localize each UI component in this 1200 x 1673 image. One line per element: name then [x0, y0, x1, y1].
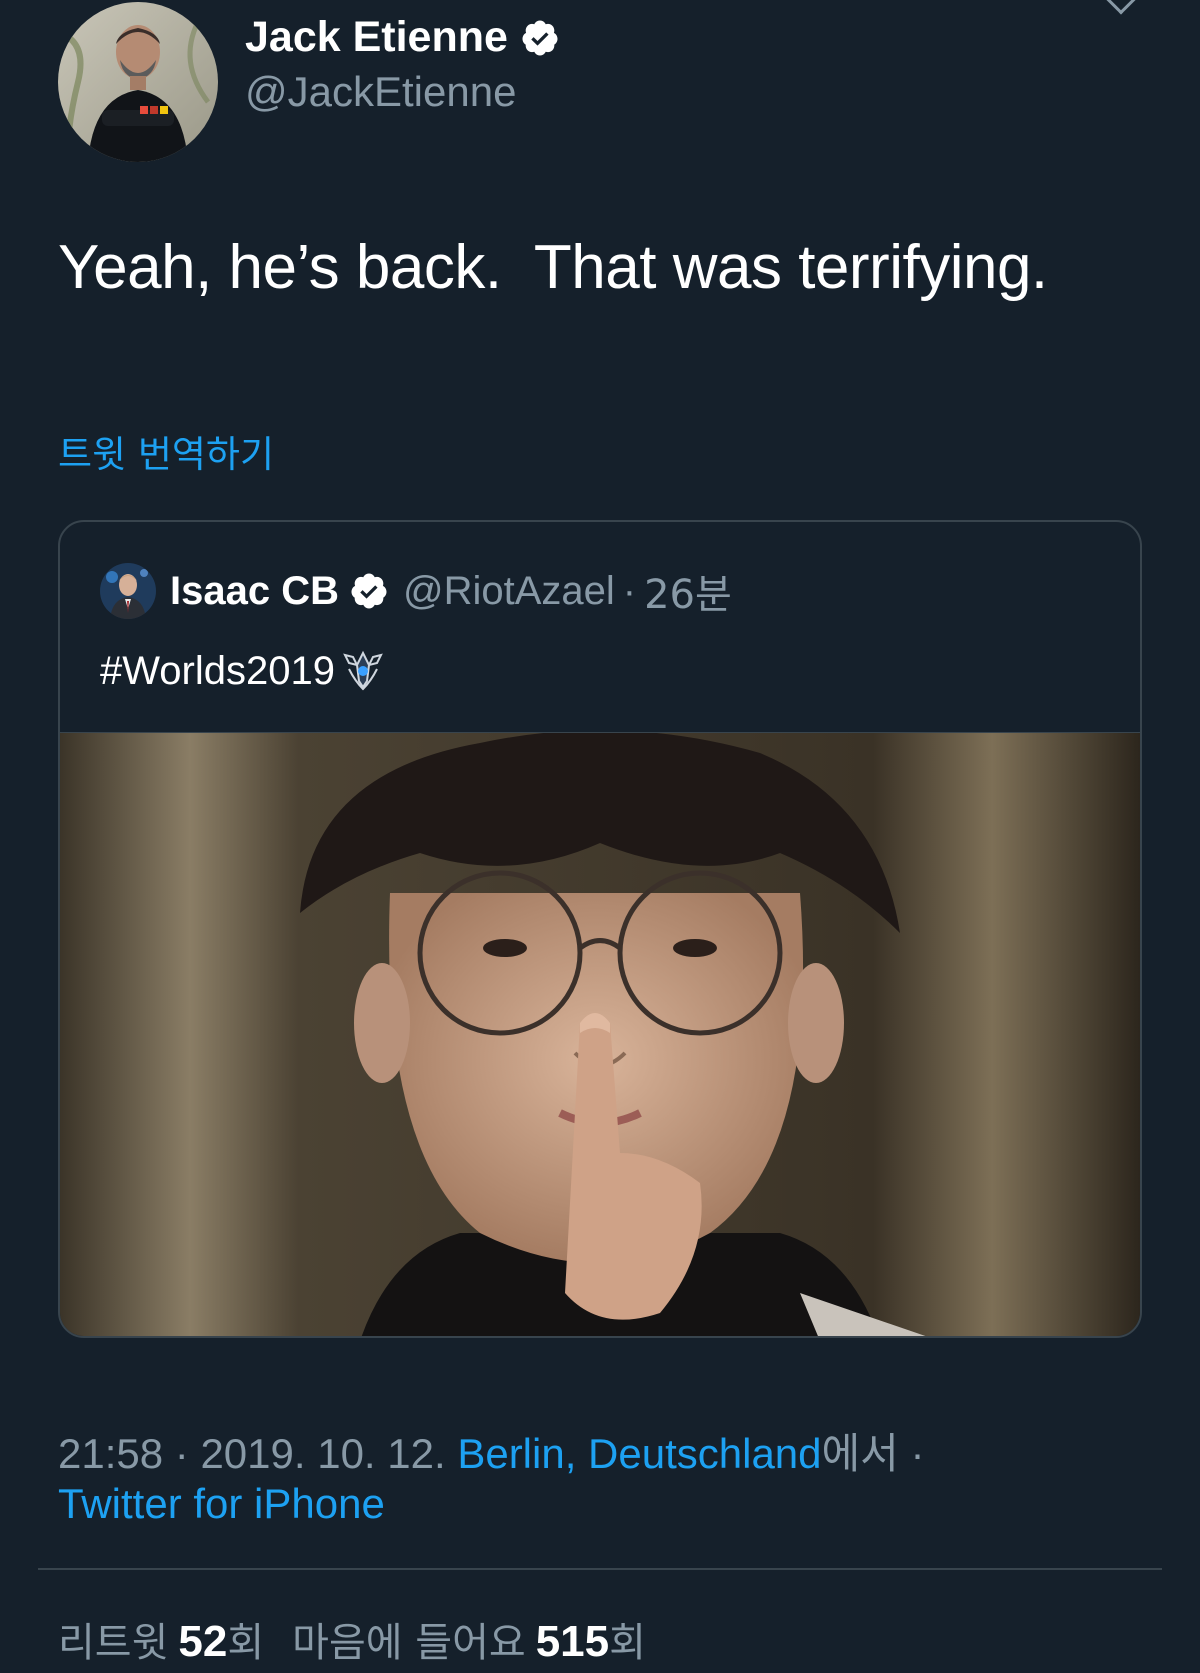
tweet-metadata: 21:58 · 2019. 10. 12. Berlin, Deutschlan…	[58, 1420, 924, 1481]
separator-dot: ·	[622, 568, 637, 613]
tweet-stats: 리트윗 52 회 마음에 들어요 515 회	[58, 1610, 646, 1668]
location-suffix: 에서	[821, 1429, 899, 1478]
name-row: Jack Etienne	[245, 14, 560, 61]
quoted-tweet-header: Isaac CB @RiotAzael · 26분	[100, 562, 732, 620]
quoted-display-name: Isaac CB	[170, 568, 339, 613]
translate-tweet-link[interactable]: 트윗 번역하기	[58, 424, 274, 478]
quoted-tweet-card[interactable]: Isaac CB @RiotAzael · 26분 #Worlds2019	[58, 520, 1142, 1338]
retweets-label[interactable]: 리트윗	[58, 1610, 168, 1668]
verified-badge-icon	[522, 20, 558, 56]
separator-dot: ·	[163, 1430, 201, 1477]
tweet-location-link[interactable]: Berlin, Deutschland	[457, 1430, 821, 1477]
chevron-down-icon[interactable]	[1105, 0, 1137, 15]
quoted-handle: @RiotAzael	[402, 568, 615, 613]
separator-dot: ·	[898, 1430, 925, 1477]
author-handle[interactable]: @JackEtienne	[245, 68, 560, 116]
quoted-tweet-text-row: #Worlds2019	[100, 647, 387, 695]
avatar[interactable]	[58, 2, 218, 162]
tweet-author-header: Jack Etienne @JackEtienne	[58, 2, 560, 162]
quoted-hashtag-text: #Worlds2019	[100, 648, 335, 693]
likes-label[interactable]: 마음에 들어요	[292, 1610, 526, 1668]
quoted-timestamp: 26분	[644, 572, 732, 618]
tweet-text: Yeah, he’s back. That was terrifying.	[58, 233, 1048, 302]
verified-badge-icon	[351, 573, 387, 609]
tweet-time: 21:58	[58, 1430, 164, 1477]
quoted-avatar	[100, 563, 156, 619]
author-names: Jack Etienne @JackEtienne	[245, 14, 560, 115]
quoted-tweet-photo[interactable]	[60, 732, 1140, 1336]
tweet-date: 2019. 10. 12.	[200, 1430, 446, 1477]
divider	[38, 1568, 1162, 1570]
likes-unit: 회	[609, 1620, 646, 1666]
retweets-count[interactable]: 52	[178, 1617, 227, 1667]
worlds-2019-logo-icon	[343, 650, 383, 691]
retweets-unit: 회	[227, 1620, 265, 1666]
tweet-source-link[interactable]: Twitter for iPhone	[58, 1480, 385, 1528]
author-display-name[interactable]: Jack Etienne	[245, 14, 508, 62]
likes-count[interactable]: 515	[536, 1617, 609, 1667]
